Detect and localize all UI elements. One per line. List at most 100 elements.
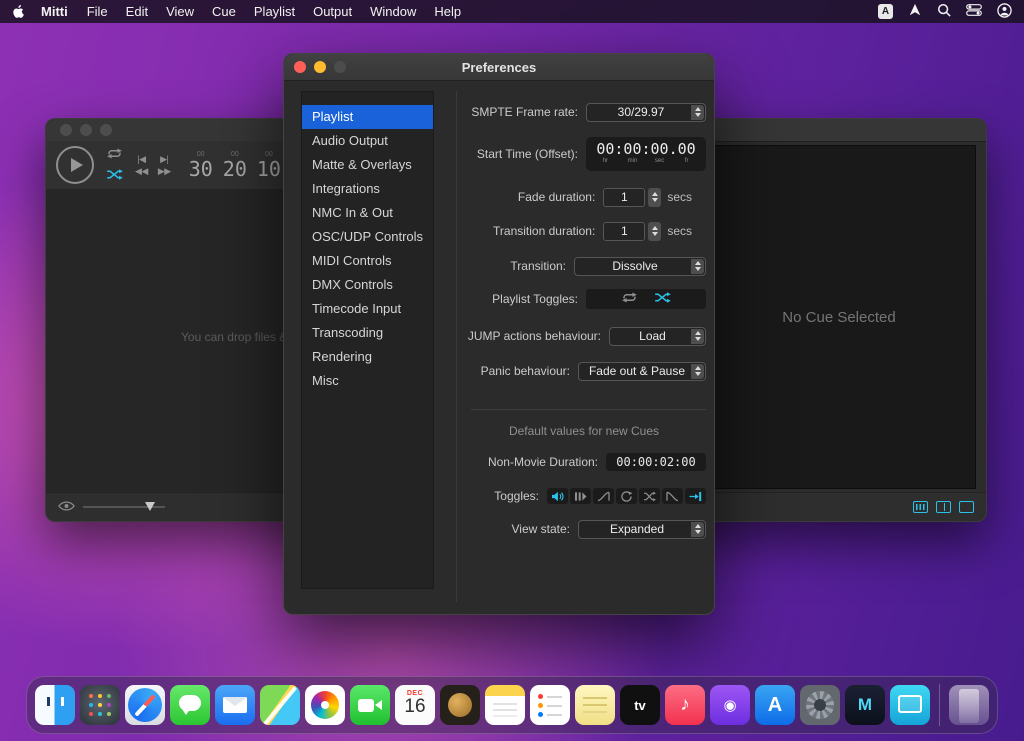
split-view-icon[interactable] <box>936 501 951 513</box>
defaults-header: Default values for new Cues <box>462 424 706 438</box>
dock-launchpad-icon[interactable] <box>80 685 120 725</box>
toolbar-timecode: 003000200010 <box>189 151 281 179</box>
preferences-titlebar[interactable]: Preferences <box>284 54 714 81</box>
dock-notes-icon[interactable] <box>485 685 525 725</box>
dock-settings-icon[interactable] <box>800 685 840 725</box>
dock-calendar-icon[interactable]: DEC16 <box>395 685 435 725</box>
menu-cue[interactable]: Cue <box>203 4 245 19</box>
sidebar-item-rendering[interactable]: Rendering <box>302 345 433 369</box>
apple-menu-icon[interactable] <box>12 4 25 19</box>
audio-icon[interactable] <box>547 488 568 504</box>
sidebar-item-integrations[interactable]: Integrations <box>302 177 433 201</box>
skip-buttons: |◀ ▶| ◀◀ ▶▶ <box>135 155 171 176</box>
sidebar-item-transcoding[interactable]: Transcoding <box>302 321 433 345</box>
fade-in-icon[interactable] <box>593 488 614 504</box>
menu-playlist[interactable]: Playlist <box>245 4 304 19</box>
pause-at-end-icon[interactable] <box>570 488 591 504</box>
display-arrow-icon[interactable] <box>908 3 922 20</box>
panic-label: Panic behaviour: <box>462 364 570 378</box>
start-time-field[interactable]: 00hr:00min:00sec.00fr <box>586 137 706 171</box>
close-button[interactable] <box>60 124 72 136</box>
sidebar-item-audio-output[interactable]: Audio Output <box>302 129 433 153</box>
dock-maps-icon[interactable] <box>260 685 300 725</box>
shuffle-icon[interactable] <box>106 167 123 185</box>
sidebar-item-timecode-input[interactable]: Timecode Input <box>302 297 433 321</box>
sidebar-item-osc-udp-controls[interactable]: OSC/UDP Controls <box>302 225 433 249</box>
menu-view[interactable]: View <box>157 4 203 19</box>
follow-icon[interactable] <box>685 488 706 504</box>
sidebar-item-misc[interactable]: Misc <box>302 369 433 393</box>
loop-icon[interactable] <box>616 488 637 504</box>
jump-actions-select[interactable]: Load <box>609 327 706 346</box>
smpte-framerate-select[interactable]: 30/29.97 <box>586 103 706 122</box>
dock-amber-icon[interactable] <box>440 685 480 725</box>
eye-icon[interactable] <box>58 498 75 516</box>
dock-messages-icon[interactable] <box>170 685 210 725</box>
minimize-button[interactable] <box>314 61 326 73</box>
dock-podcasts-icon[interactable]: ◉ <box>710 685 750 725</box>
close-button[interactable] <box>294 61 306 73</box>
repeat-icon[interactable] <box>621 290 638 308</box>
transition-duration-stepper[interactable] <box>648 222 661 241</box>
transport-skip-button[interactable]: ▶▶ <box>158 167 171 176</box>
fade-duration-stepper[interactable] <box>648 188 661 207</box>
non-movie-duration-field[interactable]: 00:00:02:00 <box>606 453 706 471</box>
control-center-icon[interactable] <box>966 3 982 20</box>
sidebar-item-nmc-in-out[interactable]: NMC In & Out <box>302 201 433 225</box>
timecode-group-sec: 00sec <box>651 141 669 164</box>
drop-hint-text: You can drop files & <box>181 330 287 344</box>
sidebar-item-dmx-controls[interactable]: DMX Controls <box>302 273 433 297</box>
shuffle-icon[interactable] <box>654 290 671 308</box>
sidebar-item-matte-overlays[interactable]: Matte & Overlays <box>302 153 433 177</box>
view-state-select[interactable]: Expanded <box>578 520 706 539</box>
minimize-button[interactable] <box>80 124 92 136</box>
updown-arrows-icon <box>691 105 704 120</box>
fullscreen-output-icon[interactable] <box>959 501 974 513</box>
input-source-icon[interactable]: A <box>878 4 893 19</box>
sidebar-item-playlist[interactable]: Playlist <box>302 105 433 129</box>
transport-skip-button[interactable]: |◀ <box>135 155 148 164</box>
sidebar-item-midi-controls[interactable]: MIDI Controls <box>302 249 433 273</box>
timecode-group-min: 00min <box>623 141 641 164</box>
transport-skip-button[interactable]: ▶| <box>158 155 171 164</box>
menu-help[interactable]: Help <box>425 4 470 19</box>
zoom-slider[interactable] <box>83 501 165 513</box>
repeat-icon[interactable] <box>106 146 123 164</box>
menu-items: FileEditViewCuePlaylistOutputWindowHelp <box>78 4 470 19</box>
spotlight-icon[interactable] <box>937 3 951 20</box>
section-divider <box>471 409 706 410</box>
menu-output[interactable]: Output <box>304 4 361 19</box>
dock-music-icon[interactable]: ♪ <box>665 685 705 725</box>
non-movie-duration-row: Non-Movie Duration: 00:00:02:00 <box>462 452 706 472</box>
dock-trash-icon[interactable] <box>949 685 989 725</box>
dock-appstore-icon[interactable]: A <box>755 685 795 725</box>
transport-skip-button[interactable]: ◀◀ <box>135 167 148 176</box>
fade-duration-field[interactable]: 1 <box>603 188 645 207</box>
menu-window[interactable]: Window <box>361 4 425 19</box>
crossfade-icon[interactable] <box>639 488 660 504</box>
dock-facetime-icon[interactable] <box>350 685 390 725</box>
dock-tv-icon[interactable]: tv <box>620 685 660 725</box>
app-menu-mitti[interactable]: Mitti <box>31 4 78 19</box>
panic-select[interactable]: Fade out & Pause <box>578 362 706 381</box>
menu-file[interactable]: File <box>78 4 117 19</box>
dock-reminders-icon[interactable] <box>530 685 570 725</box>
dock-safari-icon[interactable] <box>125 685 165 725</box>
zoom-button[interactable] <box>100 124 112 136</box>
output-grid-icon[interactable] <box>913 501 928 513</box>
dock-mail-icon[interactable] <box>215 685 255 725</box>
transition-label: Transition: <box>462 259 566 273</box>
transition-select[interactable]: Dissolve <box>574 257 706 276</box>
fade-out-icon[interactable] <box>662 488 683 504</box>
play-button[interactable] <box>56 146 94 184</box>
dock-display-icon[interactable] <box>890 685 930 725</box>
dock-stickies-icon[interactable] <box>575 685 615 725</box>
dock-finder-icon[interactable] <box>35 685 75 725</box>
slider-handle[interactable] <box>145 502 155 511</box>
user-account-icon[interactable] <box>997 3 1012 21</box>
transition-duration-field[interactable]: 1 <box>603 222 645 241</box>
menu-edit[interactable]: Edit <box>117 4 157 19</box>
transition-duration-label: Transition duration: <box>462 224 595 238</box>
dock-mitti-icon[interactable]: M <box>845 685 885 725</box>
dock-photos-icon[interactable] <box>305 685 345 725</box>
